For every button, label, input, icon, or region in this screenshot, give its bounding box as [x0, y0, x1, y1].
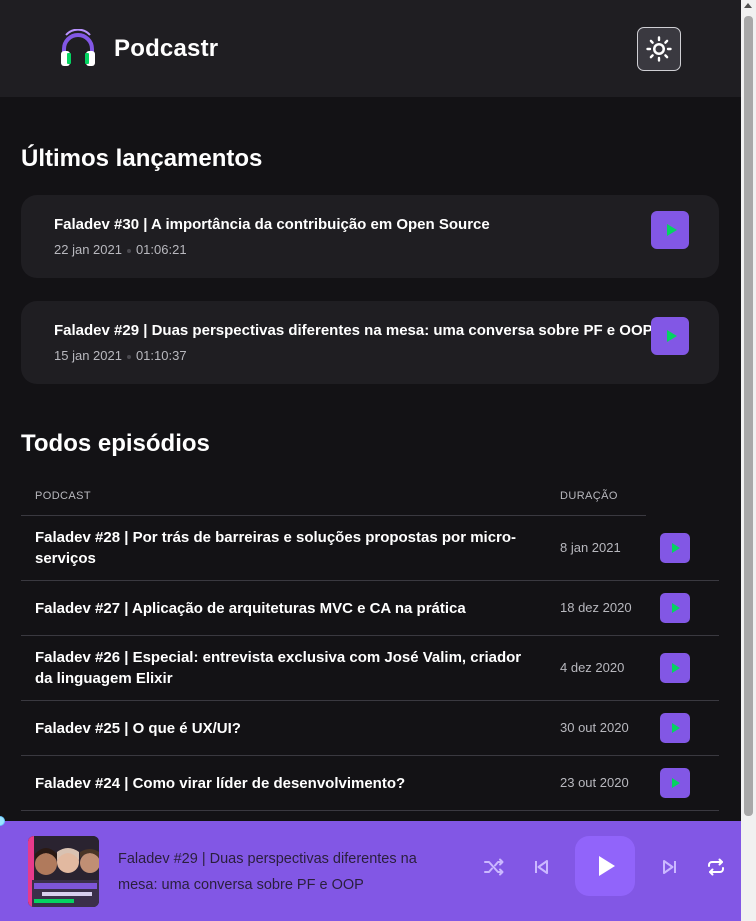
episode-date: 4 dez 2020	[546, 635, 646, 701]
actions-column-header	[646, 476, 719, 516]
repeat-button[interactable]	[703, 854, 729, 880]
podcast-column-header: PODCAST	[21, 476, 546, 516]
page-scrollbar[interactable]	[741, 0, 756, 921]
duration-column-header: DURAÇÃO	[546, 476, 646, 516]
episode-title[interactable]: Faladev #25 | O que é UX/UI?	[21, 700, 546, 756]
episode-thumbnail	[28, 836, 99, 907]
thumbnail-art	[28, 836, 99, 907]
play-icon	[672, 603, 680, 613]
table-row: Faladev #24 | Como virar líder de desenv…	[21, 755, 719, 811]
headphones-icon	[61, 28, 95, 66]
scrollbar-thumb[interactable]	[744, 16, 753, 816]
app-name: Podcastr	[114, 34, 219, 62]
next-button[interactable]	[657, 854, 683, 880]
table-row: Faladev #27 | Aplicação de arquiteturas …	[21, 580, 719, 636]
play-icon	[672, 663, 680, 673]
play-episode-button[interactable]	[651, 211, 689, 249]
player-bar: Faladev #29 | Duas perspectivas diferent…	[0, 816, 741, 921]
theme-toggle-button[interactable]	[637, 26, 681, 71]
row-action-cell	[646, 635, 719, 701]
play-episode-button[interactable]	[660, 768, 690, 798]
episode-date: 30 out 2020	[546, 700, 646, 756]
play-icon	[666, 224, 677, 236]
brand[interactable]: Podcastr	[58, 28, 219, 69]
play-icon	[672, 542, 680, 553]
main-content: Últimos lançamentos Faladev #30 | A impo…	[0, 145, 741, 811]
episode-title[interactable]: Faladev #29 | Duas perspectivas diferent…	[54, 322, 653, 339]
episode-title[interactable]: Faladev #27 | Aplicação de arquiteturas …	[21, 580, 546, 636]
table-row: Faladev #26 | Especial: entrevista exclu…	[21, 635, 719, 701]
episode-duration: 01:10:37	[135, 348, 187, 363]
play-episode-button[interactable]	[660, 532, 690, 563]
skip-next-icon	[663, 860, 676, 874]
row-action-cell	[646, 515, 719, 581]
episode-meta: 22 jan 2021 01:06:21	[54, 242, 187, 257]
separator-dot	[126, 248, 131, 253]
play-icon	[672, 778, 680, 788]
table-row: Faladev #28 | Por trás de barreiras e so…	[21, 515, 719, 581]
repeat-icon	[708, 858, 724, 876]
skip-previous-icon	[535, 860, 548, 874]
play-icon	[599, 856, 615, 876]
episode-duration: 01:06:21	[135, 242, 187, 257]
now-playing-title: Faladev #29 | Duas perspectivas diferent…	[118, 851, 417, 893]
table-row: Faladev #25 | O que é UX/UI? 30 out 2020	[21, 700, 719, 756]
episode-meta: 15 jan 2021 01:10:37	[54, 348, 187, 363]
play-episode-button[interactable]	[651, 317, 689, 355]
row-action-cell	[646, 755, 719, 811]
episode-date: 22 jan 2021	[54, 242, 122, 257]
play-icon	[666, 330, 677, 342]
app-header: Podcastr	[0, 0, 741, 97]
play-icon	[672, 723, 680, 733]
latest-episode-card[interactable]: Faladev #29 | Duas perspectivas diferent…	[21, 301, 719, 384]
all-episodes-section-title: Todos episódios	[21, 430, 210, 457]
play-episode-button[interactable]	[660, 653, 690, 683]
latest-section-title: Últimos lançamentos	[21, 145, 263, 172]
episodes-table: PODCAST DURAÇÃO Faladev #28 | Por trás d…	[21, 476, 719, 811]
progress-slider-handle[interactable]	[0, 816, 5, 826]
scroll-up-arrow-icon[interactable]	[744, 3, 752, 8]
episode-date: 18 dez 2020	[546, 580, 646, 636]
episode-date: 8 jan 2021	[546, 515, 646, 581]
previous-button[interactable]	[528, 854, 554, 880]
app-page: Podcastr Últimos lançamentos Faladev #30…	[0, 0, 741, 921]
episode-title[interactable]: Faladev #28 | Por trás de barreiras e so…	[21, 515, 546, 581]
separator-dot	[126, 354, 131, 359]
episode-date: 23 out 2020	[546, 755, 646, 811]
play-episode-button[interactable]	[660, 593, 690, 623]
shuffle-icon	[484, 858, 504, 876]
episode-date: 15 jan 2021	[54, 348, 122, 363]
sun-icon	[646, 35, 672, 62]
latest-episode-card[interactable]: Faladev #30 | A importância da contribui…	[21, 195, 719, 278]
episode-title[interactable]: Faladev #30 | A importância da contribui…	[54, 216, 490, 233]
table-header-row: PODCAST DURAÇÃO	[21, 476, 719, 516]
row-action-cell	[646, 580, 719, 636]
play-episode-button[interactable]	[660, 713, 690, 743]
episode-title[interactable]: Faladev #26 | Especial: entrevista exclu…	[21, 635, 546, 701]
episode-title[interactable]: Faladev #24 | Como virar líder de desenv…	[21, 755, 546, 811]
row-action-cell	[646, 700, 719, 756]
shuffle-button[interactable]	[481, 854, 507, 880]
play-pause-button[interactable]	[575, 836, 635, 896]
